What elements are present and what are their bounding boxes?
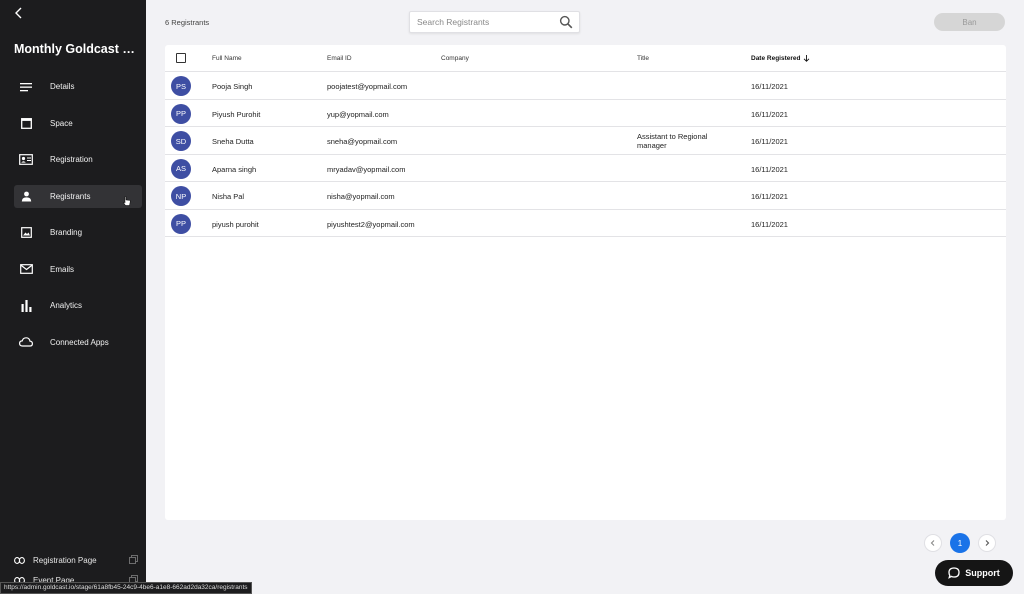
cell-email: piyushtest2@yopmail.com (327, 219, 415, 229)
link-icon (14, 551, 25, 569)
registration-page-link[interactable]: Registration Page (14, 550, 138, 570)
column-header-title: Title (637, 55, 650, 62)
image-icon (15, 222, 37, 244)
pagination: 1 (924, 533, 996, 553)
sidebar-item-label: Registration (50, 155, 93, 164)
column-header-email: Email ID (327, 55, 352, 62)
sidebar-item-label: Space (50, 118, 73, 128)
details-icon (15, 76, 37, 98)
table-row[interactable]: PP piyush purohit piyushtest2@yopmail.co… (165, 210, 1006, 237)
table-row[interactable]: NP Nisha Pal nisha@yopmail.com 16/11/202… (165, 182, 1006, 210)
status-bar-url: https://admin.goldcast.io/stage/61a8fb45… (0, 582, 252, 594)
cell-full-name: Pooja Singh (212, 82, 253, 91)
sidebar-item-label: Branding (50, 228, 83, 237)
cloud-icon (15, 331, 37, 353)
ban-button[interactable]: Ban (934, 13, 1005, 31)
sidebar-item-label: Emails (50, 264, 75, 274)
cell-email: sneha@yopmail.com (327, 137, 398, 146)
space-icon (15, 112, 37, 134)
cell-email: yup@yopmail.com (327, 109, 389, 119)
date-header-label: Date Registered (751, 55, 801, 62)
cell-title: Assistant to Regional manager (637, 132, 708, 150)
page-number-button[interactable]: 1 (950, 533, 970, 553)
cell-full-name: Piyush Purohit (212, 109, 261, 119)
table-header: Full Name Email ID Company Title Date Re… (165, 45, 1006, 72)
sidebar-item-registration[interactable]: Registration (14, 148, 142, 171)
support-button[interactable]: Support (935, 560, 1013, 586)
avatar: PS (171, 76, 191, 96)
table-row[interactable]: PS Pooja Singh poojatest@yopmail.com 16/… (165, 72, 1006, 100)
sidebar-item-registrants[interactable]: Registrants (14, 184, 142, 208)
person-icon (15, 185, 37, 207)
avatar: PP (171, 103, 191, 124)
cell-email: mryadav@yopmail.com (327, 164, 406, 174)
search-icon[interactable] (559, 15, 573, 29)
cell-email: poojatest@yopmail.com (327, 82, 408, 91)
sidebar-item-analytics[interactable]: Analytics (14, 294, 142, 317)
cell-full-name: piyush purohit (212, 219, 259, 229)
avatar: AS (171, 158, 191, 179)
column-header-full-name: Full Name (212, 55, 242, 62)
table-row[interactable]: SD Sneha Dutta sneha@yopmail.com Assista… (165, 127, 1006, 155)
cell-date-registered: 16/11/2021 (751, 164, 788, 174)
support-label: Support (965, 568, 1000, 578)
mail-icon (15, 258, 37, 280)
avatar: PP (171, 213, 191, 234)
chevron-left-icon (930, 540, 935, 546)
chevron-right-icon (985, 540, 990, 546)
cell-date-registered: 16/11/2021 (751, 82, 788, 91)
cell-full-name: Nisha Pal (212, 192, 245, 201)
cell-email: nisha@yopmail.com (327, 192, 395, 201)
previous-page-button[interactable] (924, 534, 942, 552)
chat-bubble-icon (948, 567, 960, 579)
sidebar-item-emails[interactable]: Emails (14, 258, 142, 281)
next-page-button[interactable] (978, 534, 996, 552)
mouse-cursor-icon (123, 193, 131, 206)
sidebar-item-branding[interactable]: Branding (14, 221, 142, 244)
registration-icon (15, 149, 37, 171)
sidebar: Monthly Goldcast Net... Details Space Re… (0, 0, 146, 594)
table-row[interactable]: PP Piyush Purohit yup@yopmail.com 16/11/… (165, 100, 1006, 127)
cell-date-registered: 16/11/2021 (751, 192, 788, 201)
table-row[interactable]: AS Aparna singh mryadav@yopmail.com 16/1… (165, 155, 1006, 182)
sidebar-item-details[interactable]: Details (14, 75, 142, 98)
avatar: SD (171, 131, 191, 151)
search-box[interactable] (409, 11, 580, 33)
sidebar-item-label: Analytics (50, 301, 83, 310)
sidebar-item-label: Registrants (50, 191, 91, 201)
cell-date-registered: 16/11/2021 (751, 137, 788, 146)
sidebar-item-connected-apps[interactable]: Connected Apps (14, 331, 142, 354)
sort-arrow-down-icon (803, 55, 809, 62)
sidebar-item-label: Details (50, 82, 75, 91)
registration-page-label: Registration Page (33, 555, 97, 565)
main-content: 6 Registrants Ban Full Name Email ID Com… (146, 0, 1024, 594)
column-header-company: Company (441, 55, 469, 62)
cell-date-registered: 16/11/2021 (751, 219, 788, 229)
cell-full-name: Sneha Dutta (212, 137, 254, 146)
registrant-count: 6 Registrants (165, 18, 210, 27)
back-arrow-icon[interactable] (11, 5, 27, 21)
sidebar-item-space[interactable]: Space (14, 112, 142, 135)
sidebar-nav: Details Space Registration Registrants B… (14, 75, 142, 367)
bar-chart-icon (15, 295, 37, 317)
select-all-checkbox[interactable] (176, 53, 186, 63)
copy-icon[interactable] (129, 551, 138, 569)
avatar: NP (171, 186, 191, 206)
search-input[interactable] (410, 17, 559, 27)
registrants-table: Full Name Email ID Company Title Date Re… (165, 45, 1006, 520)
cell-date-registered: 16/11/2021 (751, 109, 788, 119)
sidebar-item-label: Connected Apps (50, 337, 109, 347)
event-title: Monthly Goldcast Net... (14, 42, 140, 56)
cell-full-name: Aparna singh (212, 164, 257, 174)
column-header-date-registered[interactable]: Date Registered (751, 55, 810, 62)
